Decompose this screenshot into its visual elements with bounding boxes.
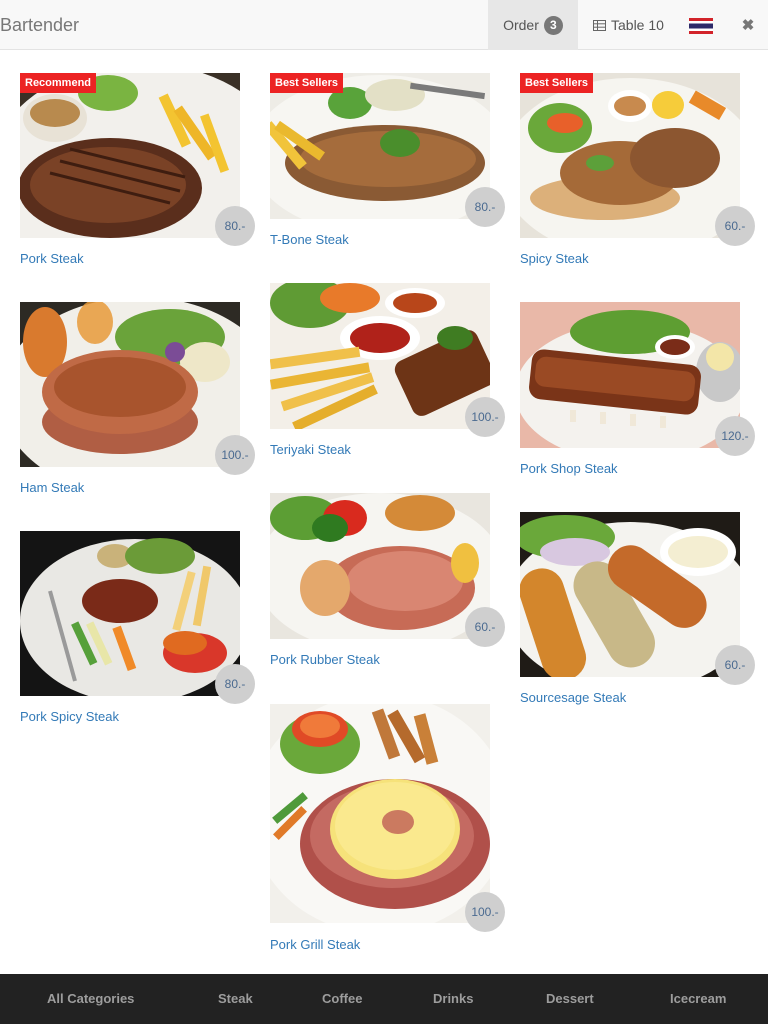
price-badge: 80.- [465, 187, 505, 227]
table-label: Table 10 [611, 17, 664, 33]
price-badge: 80.- [215, 664, 255, 704]
spicy-steak-image [520, 73, 740, 238]
menu-item[interactable]: Recommend 80.- Pork Steak [20, 73, 255, 273]
food-photo[interactable] [520, 512, 740, 677]
food-photo[interactable] [20, 302, 240, 467]
table-icon [593, 19, 606, 31]
item-name[interactable]: Teriyaki Steak [270, 442, 351, 457]
menu-item[interactable]: 100.- Pork Grill Steak [270, 704, 505, 959]
top-navbar: Bartender Order 3 Table 10 ✖ [0, 0, 768, 50]
pork-shop-steak-image [520, 302, 740, 448]
item-name[interactable]: Pork Shop Steak [520, 461, 618, 476]
item-name[interactable]: Pork Spicy Steak [20, 709, 119, 724]
pork-grill-steak-image [270, 704, 490, 923]
menu-item[interactable]: Best Sellers 80.- T-Bone Steak [270, 73, 505, 253]
price-badge: 100.- [465, 397, 505, 437]
category-bar: All Categories Steak Coffee Drinks Desse… [0, 974, 768, 1024]
price-badge: 60.- [715, 645, 755, 685]
pork-rubber-steak-image [270, 493, 490, 639]
best-sellers-tag: Best Sellers [270, 73, 343, 93]
category-icecream[interactable]: Icecream [670, 974, 726, 1024]
pork-steak-image [20, 73, 240, 238]
item-name[interactable]: Pork Grill Steak [270, 937, 360, 952]
order-button[interactable]: Order 3 [488, 0, 578, 50]
item-name[interactable]: T-Bone Steak [270, 232, 349, 247]
menu-item[interactable]: 120.- Pork Shop Steak [520, 302, 755, 482]
category-dessert[interactable]: Dessert [546, 974, 594, 1024]
food-photo[interactable] [270, 704, 490, 923]
item-name[interactable]: Pork Steak [20, 251, 84, 266]
menu-item[interactable]: 100.- Ham Steak [20, 302, 255, 502]
item-name[interactable]: Spicy Steak [520, 251, 589, 266]
price-badge: 60.- [715, 206, 755, 246]
price-badge: 100.- [215, 435, 255, 475]
teriyaki-steak-image [270, 283, 490, 429]
price-badge: 100.- [465, 892, 505, 932]
item-name[interactable]: Pork Rubber Steak [270, 652, 380, 667]
food-photo[interactable] [520, 302, 740, 448]
menu-item[interactable]: 60.- Pork Rubber Steak [270, 493, 505, 673]
ham-steak-image [20, 302, 240, 467]
pork-spicy-steak-image [20, 531, 240, 696]
best-sellers-tag: Best Sellers [520, 73, 593, 93]
category-drinks[interactable]: Drinks [433, 974, 473, 1024]
menu-item[interactable]: 60.- Sourcesage Steak [520, 512, 755, 712]
category-coffee[interactable]: Coffee [322, 974, 362, 1024]
menu-item[interactable]: 80.- Pork Spicy Steak [20, 531, 255, 731]
food-photo[interactable] [270, 283, 490, 429]
price-badge: 120.- [715, 416, 755, 456]
item-name[interactable]: Sourcesage Steak [520, 690, 626, 705]
category-steak[interactable]: Steak [218, 974, 253, 1024]
price-badge: 60.- [465, 607, 505, 647]
food-photo[interactable]: Recommend [20, 73, 240, 238]
item-name[interactable]: Ham Steak [20, 480, 84, 495]
table-button[interactable]: Table 10 [593, 0, 664, 50]
food-photo[interactable] [20, 531, 240, 696]
menu-item[interactable]: Best Sellers 60.- Spicy Steak [520, 73, 755, 273]
food-photo[interactable]: Best Sellers [520, 73, 740, 238]
recommend-tag: Recommend [20, 73, 97, 93]
thai-flag-icon[interactable] [689, 18, 713, 34]
category-all[interactable]: All Categories [47, 974, 134, 1024]
order-label: Order [503, 17, 539, 33]
app-brand[interactable]: Bartender [0, 0, 79, 50]
t-bone-steak-image [270, 73, 490, 219]
order-count-badge: 3 [543, 15, 563, 35]
food-photo[interactable] [270, 493, 490, 639]
price-badge: 80.- [215, 206, 255, 246]
food-photo[interactable]: Best Sellers [270, 73, 490, 219]
close-icon[interactable]: ✖ [738, 0, 758, 50]
menu-item[interactable]: 100.- Teriyaki Steak [270, 283, 505, 463]
sourcesage-steak-image [520, 512, 740, 677]
